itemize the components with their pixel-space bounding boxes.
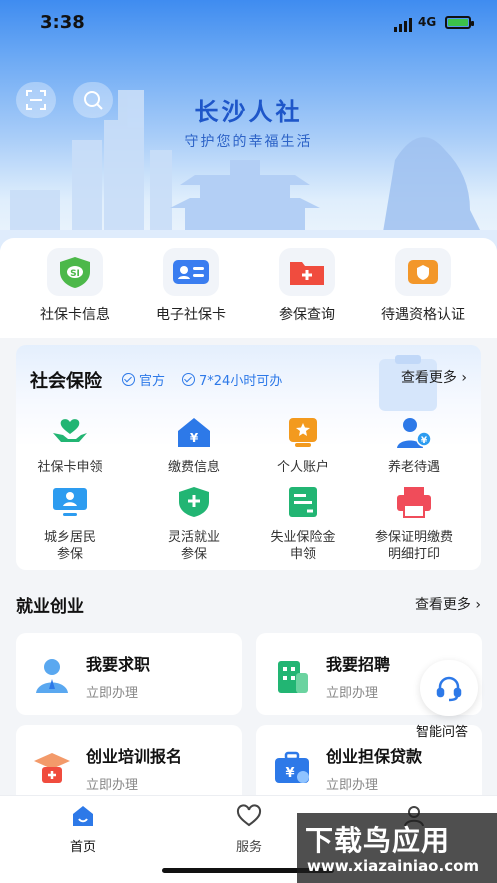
grad-cap-icon: [34, 753, 70, 783]
si-item-unemployment[interactable]: 失业保险金 申领: [245, 485, 361, 563]
id-card-icon: [163, 248, 219, 296]
headset-icon: [436, 676, 462, 702]
available-tag: 7*24小时可办: [182, 370, 282, 389]
certificate-icon: [395, 248, 451, 296]
home-icon: [73, 806, 93, 826]
hands-heart-icon: [53, 419, 87, 442]
yuan-house-icon: ¥: [178, 418, 210, 447]
si-item-payment-info[interactable]: ¥ 缴费信息: [136, 415, 252, 476]
chevron-right-icon: ›: [475, 597, 481, 613]
chevron-right-icon: ›: [461, 370, 467, 386]
si-item-card-apply[interactable]: 社保卡申领: [12, 415, 128, 476]
quick-item-insurance-query[interactable]: 参保查询: [245, 248, 369, 324]
quick-item-label: 参保查询: [279, 307, 335, 323]
medical-folder-icon: [279, 248, 335, 296]
check-icon: [122, 373, 135, 386]
si-item-resident-insurance[interactable]: 城乡居民 参保: [12, 485, 128, 563]
document-form-icon: [289, 487, 317, 517]
network-type: 4G: [418, 15, 437, 29]
svg-text:¥: ¥: [285, 766, 294, 781]
si-item-certificate-print[interactable]: 参保证明缴费 明细打印: [356, 485, 472, 563]
status-bar: 3:38 4G: [0, 0, 497, 48]
tab-home[interactable]: 首页: [33, 804, 133, 855]
view-more-link[interactable]: 查看更多 ›: [401, 367, 467, 387]
elderly-yuan-icon: ¥: [397, 418, 432, 448]
quick-services: SI 社保卡信息 电子社保卡 参保查询 待遇资格认证: [0, 238, 497, 338]
si-item-personal-account[interactable]: 个人账户: [245, 415, 361, 476]
status-time: 3:38: [40, 12, 85, 33]
employment-more-link[interactable]: 查看更多 ›: [415, 594, 481, 614]
quick-item-label: 电子社保卡: [156, 307, 226, 323]
star-badge-icon: [289, 418, 317, 447]
job-card-seek-job[interactable]: 我要求职 立即办理: [16, 633, 242, 715]
employment-section-title: 就业创业: [16, 597, 84, 617]
svg-text:¥: ¥: [421, 436, 428, 446]
app-title: 长沙人社: [194, 98, 303, 126]
signal-icon: [394, 18, 412, 32]
si-item-flexible-employment[interactable]: 灵活就业 参保: [136, 485, 252, 563]
printer-icon: [397, 487, 431, 518]
quick-item-label: 社保卡信息: [40, 307, 110, 323]
header-banner: 3:38 4G 长沙人社 守护您的幸福生活: [0, 0, 497, 250]
official-tag: 官方: [122, 370, 165, 389]
smart-qa-label: 智能问答: [416, 725, 469, 740]
social-insurance-card: 社会保险 官方 7*24小时可办 查看更多 › 社保卡申领 ¥ 缴费信息 个人账…: [16, 345, 481, 570]
si-item-pension[interactable]: ¥ 养老待遇: [356, 415, 472, 476]
svg-text:SI: SI: [70, 269, 80, 279]
battery-icon: [445, 16, 474, 29]
building-icon: [278, 661, 308, 693]
heart-icon: [236, 804, 262, 827]
section-title: 社会保险: [30, 371, 102, 392]
resident-monitor-icon: [53, 488, 87, 516]
svg-text:¥: ¥: [190, 431, 199, 445]
quick-item-label: 待遇资格认证: [381, 307, 465, 323]
watermark-logo: 下载鸟应用 www.xiazainiao.com: [297, 813, 497, 883]
quick-item-e-card[interactable]: 电子社保卡: [129, 248, 253, 324]
check-icon: [182, 373, 195, 386]
quick-item-qualification[interactable]: 待遇资格认证: [361, 248, 485, 324]
briefcase-yuan-icon: ¥: [275, 751, 309, 783]
job-seeker-icon: [36, 659, 68, 693]
smart-qa-button[interactable]: [420, 660, 478, 716]
shield-card-icon: SI: [47, 248, 103, 296]
quick-item-card-info[interactable]: SI 社保卡信息: [13, 248, 137, 324]
tab-services[interactable]: 服务: [199, 804, 299, 855]
shield-plus-icon: [179, 487, 209, 517]
app-subtitle: 守护您的幸福生活: [184, 134, 313, 150]
